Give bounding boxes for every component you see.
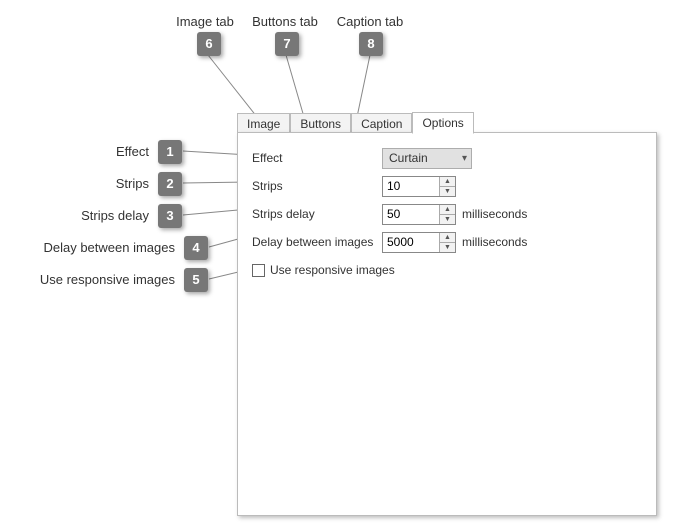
select-effect[interactable]: Curtain ▾ — [382, 148, 472, 169]
spinner-delay-between[interactable]: 5000 ▲ ▼ — [382, 232, 456, 253]
callout-8-label: Caption tab — [320, 14, 420, 29]
row-responsive: Use responsive images — [252, 257, 642, 283]
chevron-down-icon: ▾ — [462, 153, 467, 164]
callout-5-badge: 5 — [184, 268, 208, 292]
tab-image[interactable]: Image — [237, 113, 290, 134]
select-effect-value: Curtain — [389, 151, 428, 165]
row-effect: Effect Curtain ▾ — [252, 145, 642, 171]
callout-3-label: Strips delay — [81, 208, 149, 223]
label-strips: Strips — [252, 179, 382, 193]
spinner-up-icon[interactable]: ▲ — [440, 177, 455, 187]
spinner-up-icon[interactable]: ▲ — [440, 233, 455, 243]
callout-6-badge: 6 — [197, 32, 221, 56]
row-strips: Strips 10 ▲ ▼ — [252, 173, 642, 199]
tab-options[interactable]: Options — [412, 112, 473, 134]
tab-buttons[interactable]: Buttons — [290, 113, 351, 134]
spinner-delay-between-value[interactable]: 5000 — [383, 233, 439, 252]
label-delay-between: Delay between images — [252, 235, 382, 249]
callout-8-badge: 8 — [359, 32, 383, 56]
callout-1-label: Effect — [116, 144, 149, 159]
callout-4-label: Delay between images — [43, 240, 175, 255]
spinner-strips-value[interactable]: 10 — [383, 177, 439, 196]
callout-5-label: Use responsive images — [40, 272, 175, 287]
spinner-down-icon[interactable]: ▼ — [440, 243, 455, 252]
spinner-strips-delay-value[interactable]: 50 — [383, 205, 439, 224]
callout-2-label: Strips — [116, 176, 149, 191]
callout-1-badge: 1 — [158, 140, 182, 164]
tab-strip: Image Buttons Caption Options — [237, 113, 474, 133]
row-delay-between: Delay between images 5000 ▲ ▼ millisecon… — [252, 229, 642, 255]
label-effect: Effect — [252, 151, 382, 165]
label-strips-delay: Strips delay — [252, 207, 382, 221]
callout-4-badge: 4 — [184, 236, 208, 260]
checkbox-responsive[interactable] — [252, 264, 265, 277]
callout-7-badge: 7 — [275, 32, 299, 56]
callout-3-badge: 3 — [158, 204, 182, 228]
label-responsive[interactable]: Use responsive images — [270, 263, 395, 277]
suffix-strips-delay: milliseconds — [462, 207, 527, 221]
spinner-down-icon[interactable]: ▼ — [440, 215, 455, 224]
suffix-delay-between: milliseconds — [462, 235, 527, 249]
spinner-strips-delay[interactable]: 50 ▲ ▼ — [382, 204, 456, 225]
spinner-down-icon[interactable]: ▼ — [440, 187, 455, 196]
row-strips-delay: Strips delay 50 ▲ ▼ milliseconds — [252, 201, 642, 227]
tab-caption[interactable]: Caption — [351, 113, 412, 134]
spinner-up-icon[interactable]: ▲ — [440, 205, 455, 215]
callout-2-badge: 2 — [158, 172, 182, 196]
options-panel: Effect Curtain ▾ Strips 10 ▲ ▼ Strips de… — [237, 132, 657, 516]
spinner-strips[interactable]: 10 ▲ ▼ — [382, 176, 456, 197]
